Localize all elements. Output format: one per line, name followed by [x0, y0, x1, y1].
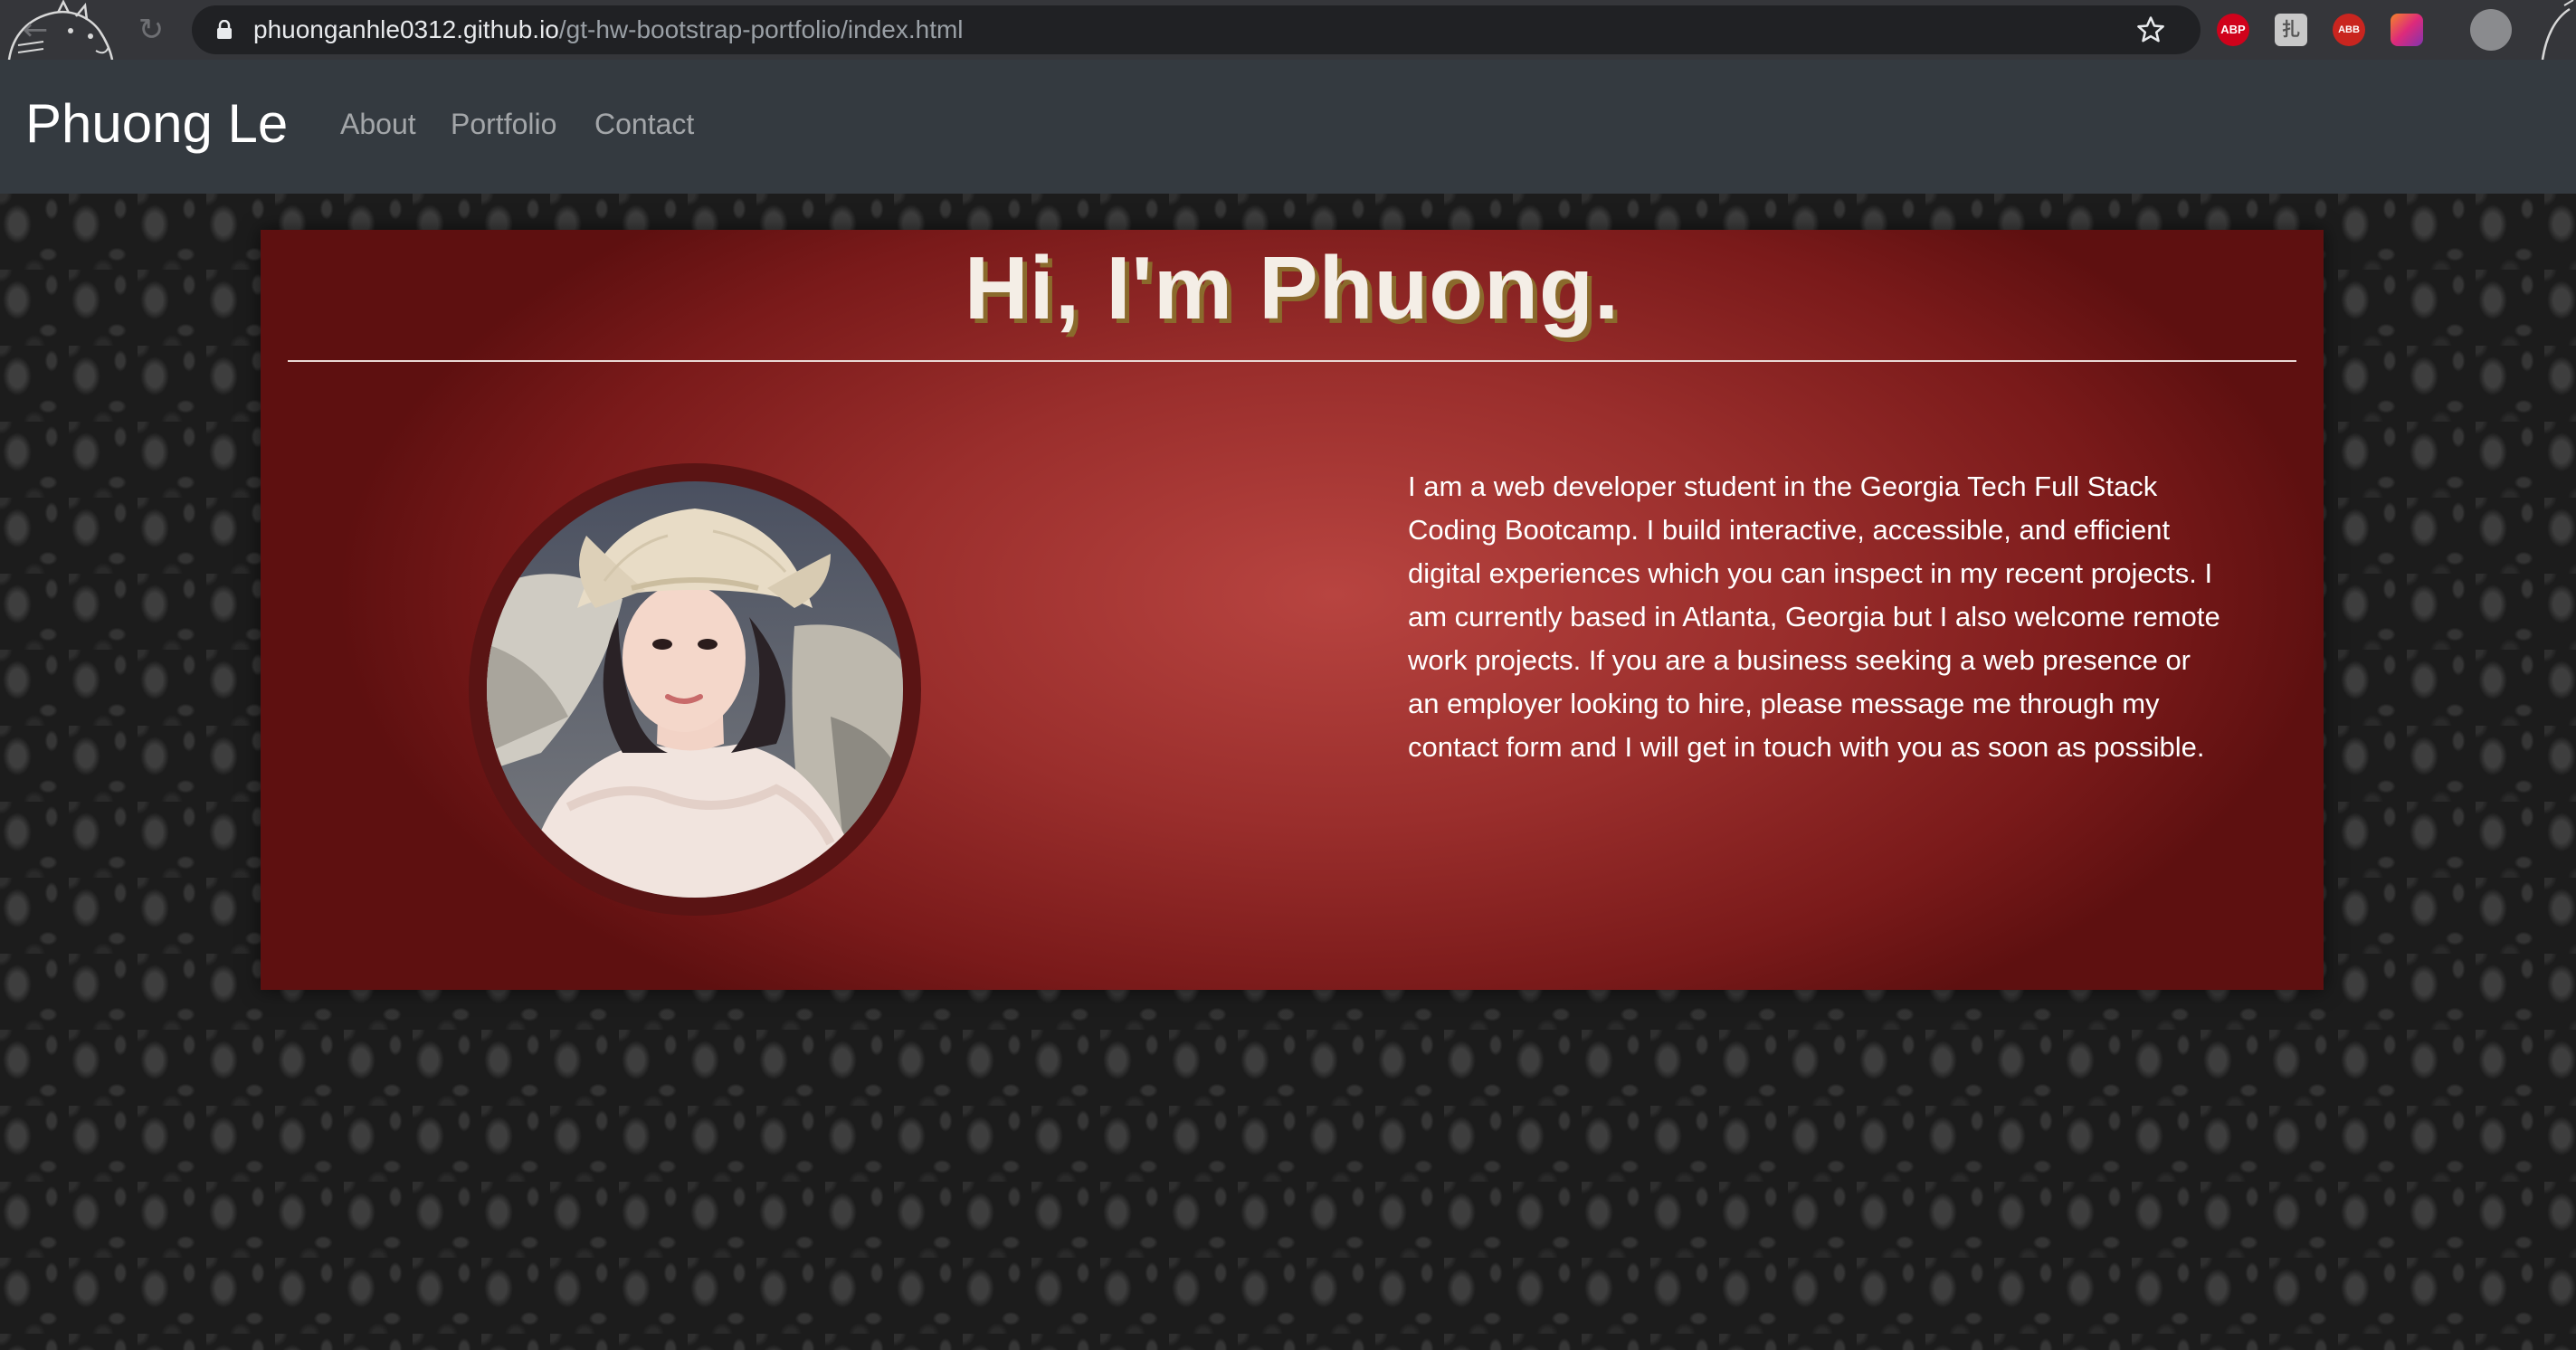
- nav-link-portfolio[interactable]: Portfolio: [451, 60, 556, 188]
- profile-photo: [469, 463, 921, 916]
- address-bar[interactable]: phuonganhle0312.github.io/gt-hw-bootstra…: [192, 5, 2201, 54]
- adblock-icon[interactable]: ABB: [2333, 14, 2365, 46]
- lock-icon: [217, 20, 232, 39]
- about-section: Hi, I'm Phuong. I am a web developer stu…: [261, 230, 2324, 990]
- bio-text: I am a web developer student in the Geor…: [1408, 471, 2220, 763]
- site-navbar: Phuong Le About Portfolio Contact: [0, 60, 2576, 194]
- totoro-theme-decoration-right: [2541, 0, 2574, 60]
- page-title: Hi, I'm Phuong.: [964, 238, 1621, 338]
- profile-avatar[interactable]: [2470, 9, 2512, 51]
- back-button[interactable]: ←: [16, 11, 54, 49]
- nav-link-about[interactable]: About: [340, 60, 416, 188]
- reload-button[interactable]: ↻: [132, 11, 170, 49]
- extension-icon[interactable]: 扎: [2275, 14, 2307, 46]
- nav-link-contact[interactable]: Contact: [594, 60, 694, 188]
- adblock-plus-icon[interactable]: ABP: [2217, 14, 2249, 46]
- browser-toolbar: ← ↻ phuonganhle0312.github.io/gt-hw-boot…: [0, 0, 2576, 60]
- divider: [288, 360, 2296, 362]
- url-text[interactable]: phuonganhle0312.github.io/gt-hw-bootstra…: [253, 5, 964, 54]
- bookmark-star-icon[interactable]: [2135, 14, 2166, 45]
- brand-link[interactable]: Phuong Le: [25, 60, 288, 188]
- instagram-extension-icon[interactable]: [2391, 14, 2423, 46]
- profile-photo-image: [487, 481, 903, 898]
